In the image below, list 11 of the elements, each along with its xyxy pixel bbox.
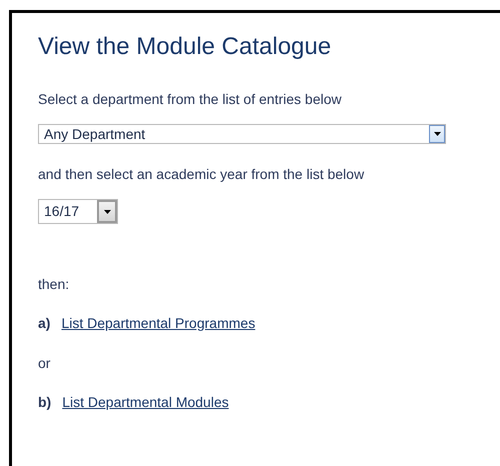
- option-letter: b): [38, 394, 52, 410]
- year-prompt: and then select an academic year from the list below: [38, 166, 366, 182]
- department-prompt: Select a department from the list of entries below: [38, 91, 342, 107]
- option-link[interactable]: List Departmental Programmes: [61, 315, 256, 331]
- or-label: or: [38, 355, 52, 371]
- year-dropdown[interactable]: 16/17: [38, 199, 118, 224]
- option-letter: a): [38, 315, 50, 331]
- then-label: then:: [38, 276, 70, 292]
- page-title: View the Module Catalogue: [38, 33, 332, 61]
- department-dropdown[interactable]: Any Department: [38, 124, 446, 144]
- option-link[interactable]: List Departmental Modules: [62, 394, 229, 410]
